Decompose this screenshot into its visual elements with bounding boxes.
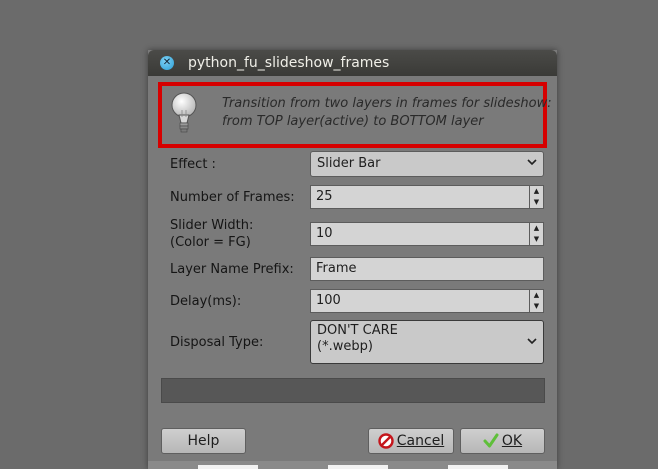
frames-label: Number of Frames: [170,190,295,205]
checkmark-icon [483,433,499,448]
footer-decoration [448,465,508,469]
delay-input[interactable]: 100 [310,289,530,313]
help-button[interactable]: Help [161,428,246,454]
chevron-down-icon [527,159,537,166]
slider-width-sublabel: (Color = FG) [170,235,251,250]
chevron-down-icon [527,338,537,345]
dialog-window: ✕ python_fu_slideshow_frames Transition … [148,50,557,469]
progress-bar [161,378,545,403]
disposal-value-line1: DON'T CARE [317,323,398,338]
delay-spinner[interactable]: ▲ ▼ [530,289,544,313]
cancel-button-label: Cancel [396,433,445,449]
lightbulb-icon [171,92,197,133]
effect-value: Slider Bar [317,156,381,171]
info-text-line2: from TOP layer(active) to BOTTOM layer [222,114,484,129]
disposal-value-line2: (*.webp) [317,339,373,354]
delay-value: 100 [316,293,341,308]
cancel-icon [378,433,394,449]
prefix-label: Layer Name Prefix: [170,262,294,277]
help-button-label: Help [187,433,220,449]
info-banner: Transition from two layers in frames for… [158,82,552,148]
slider-width-spinner[interactable]: ▲ ▼ [530,222,544,246]
footer-decoration [328,465,388,469]
frames-spinner[interactable]: ▲ ▼ [530,185,544,209]
window-title: python_fu_slideshow_frames [188,55,390,71]
effect-dropdown[interactable]: Slider Bar [310,151,544,177]
slider-width-label: Slider Width: [170,218,254,233]
footer-strip [148,461,557,469]
disposal-label: Disposal Type: [170,335,264,350]
footer-decoration [198,465,258,469]
prefix-value: Frame [316,261,357,276]
effect-label: Effect : [170,157,216,172]
prefix-input[interactable]: Frame [310,257,544,281]
close-icon[interactable]: ✕ [160,56,174,70]
ok-button[interactable]: OK [460,428,545,454]
slider-width-value: 10 [316,226,333,241]
ok-button-label: OK [501,433,523,449]
title-bar: ✕ python_fu_slideshow_frames [148,50,557,76]
delay-label: Delay(ms): [170,294,242,309]
slider-width-input[interactable]: 10 [310,222,530,246]
frames-input[interactable]: 25 [310,185,530,209]
info-text-line1: Transition from two layers in frames for… [222,96,552,111]
cancel-button[interactable]: Cancel [368,428,454,454]
disposal-dropdown[interactable]: DON'T CARE (*.webp) [310,320,544,364]
frames-value: 25 [316,189,333,204]
